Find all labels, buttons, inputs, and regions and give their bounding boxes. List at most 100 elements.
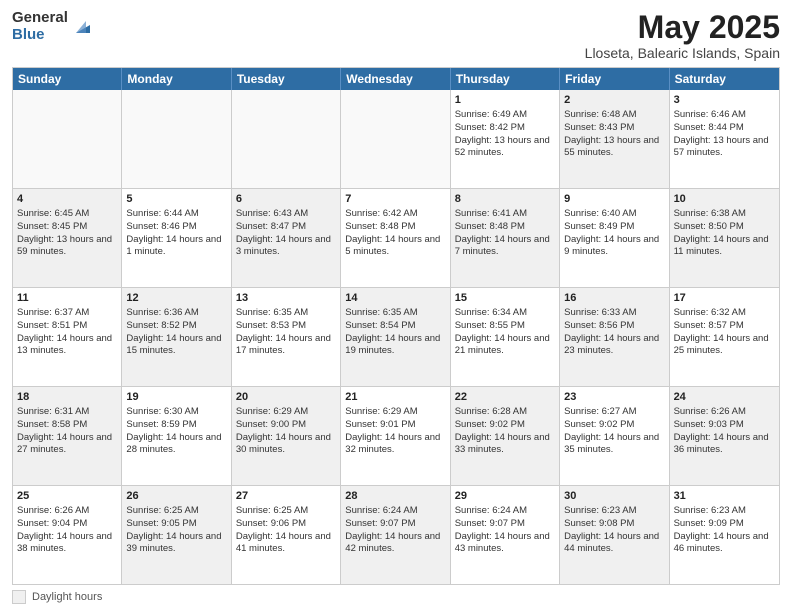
cal-day-16: 16Sunrise: 6:33 AM Sunset: 8:56 PM Dayligh… (560, 288, 669, 386)
cal-day-30: 30Sunrise: 6:23 AMSunset: 9:08 PMDayligh… (560, 486, 669, 584)
cal-day-18: 18Sunrise: 6:31 AMSunset: 8:58 PMDayligh… (13, 387, 122, 485)
sunrise-time: Sunrise: 6:37 AM (17, 307, 89, 318)
daylight-duration: Daylight: 14 hours and 35 minutes. (564, 432, 659, 456)
header-day-monday: Monday (122, 68, 231, 90)
daylight-duration: Daylight: 13 hours and 52 minutes. (455, 135, 550, 159)
header: General Blue May 2025 Lloseta, Balearic … (12, 10, 780, 61)
cal-day-15: 15Sunrise: 6:34 AMSunset: 8:55 PMDayligh… (451, 288, 560, 386)
cal-day-3: 3Sunrise: 6:46 AMSunset: 8:44 PMDaylight… (670, 90, 779, 188)
cal-day-21: 21Sunrise: 6:29 AMSunset: 9:01 PMDayligh… (341, 387, 450, 485)
sunset-time: Sunset: 8:44 PM (674, 122, 744, 133)
daylight-duration: Daylight: 14 hours and 1 minute. (126, 234, 221, 258)
header-day-friday: Friday (560, 68, 669, 90)
sunset-time: Sunset: 9:03 PM (674, 419, 744, 430)
sunrise-time: Sunrise: 6:28 AM (455, 406, 527, 417)
day-number: 28 (345, 489, 445, 504)
header-day-sunday: Sunday (13, 68, 122, 90)
day-number: 12 (126, 291, 226, 306)
sunset-time: Sunset: 9:02 PM (564, 419, 634, 430)
sunrise-time: Sunrise: 6:25 AM (126, 505, 198, 516)
sunset-time: Sunset: 9:02 PM (455, 419, 525, 430)
sunset-time: Sunset: 8:42 PM (455, 122, 525, 133)
cal-day-17: 17Sunrise: 6:32 AMSunset: 8:57 PMDayligh… (670, 288, 779, 386)
cal-day-11: 11Sunrise: 6:37 AMSunset: 8:51 PMDayligh… (13, 288, 122, 386)
calendar-header: SundayMondayTuesdayWednesdayThursdayFrid… (13, 68, 779, 90)
day-number: 9 (564, 192, 664, 207)
sunrise-time: Sunrise: 6:24 AM (455, 505, 527, 516)
daylight-duration: Daylight: 14 hours and 30 minutes. (236, 432, 331, 456)
sunset-time: Sunset: 9:00 PM (236, 419, 306, 430)
sunrise-time: Sunrise: 6:48 AM (564, 109, 636, 120)
cal-day-25: 25Sunrise: 6:26 AMSunset: 9:04 PMDayligh… (13, 486, 122, 584)
day-number: 16 (564, 291, 664, 306)
calendar-week-4: 18Sunrise: 6:31 AMSunset: 8:58 PMDayligh… (13, 387, 779, 486)
day-number: 21 (345, 390, 445, 405)
sunset-time: Sunset: 8:56 PM (564, 320, 634, 331)
cal-day-20: 20Sunrise: 6:29 AMSunset: 9:00 PMDayligh… (232, 387, 341, 485)
day-number: 26 (126, 489, 226, 504)
sunset-time: Sunset: 9:01 PM (345, 419, 415, 430)
cal-empty (122, 90, 231, 188)
cal-day-23: 23Sunrise: 6:27 AMSunset: 9:02 PMDayligh… (560, 387, 669, 485)
day-number: 5 (126, 192, 226, 207)
day-number: 2 (564, 93, 664, 108)
month-title: May 2025 (585, 10, 780, 45)
daylight-duration: Daylight: 14 hours and 33 minutes. (455, 432, 550, 456)
day-number: 27 (236, 489, 336, 504)
sunrise-time: Sunrise: 6:27 AM (564, 406, 636, 417)
sunrise-time: Sunrise: 6:49 AM (455, 109, 527, 120)
sunset-time: Sunset: 8:59 PM (126, 419, 196, 430)
calendar-body: 1Sunrise: 6:49 AM Sunset: 8:42 PM Daylight… (13, 90, 779, 584)
sunrise-time: Sunrise: 6:26 AM (17, 505, 89, 516)
sunset-time: Sunset: 9:07 PM (345, 518, 415, 529)
logo: General Blue (12, 10, 94, 43)
day-number: 10 (674, 192, 775, 207)
cal-day-5: 5Sunrise: 6:44 AMSunset: 8:46 PMDaylight… (122, 189, 231, 287)
header-day-tuesday: Tuesday (232, 68, 341, 90)
cal-day-8: 8Sunrise: 6:41 AMSunset: 8:48 PMDaylight… (451, 189, 560, 287)
sunrise-time: Sunrise: 6:33 AM (564, 307, 636, 318)
footer-label: Daylight hours (32, 591, 102, 603)
sunrise-time: Sunrise: 6:26 AM (674, 406, 746, 417)
day-number: 29 (455, 489, 555, 504)
sunrise-time: Sunrise: 6:29 AM (345, 406, 417, 417)
daylight-duration: Daylight: 13 hours and 55 minutes. (564, 135, 659, 159)
daylight-duration: Daylight: 13 hours and 57 minutes. (674, 135, 769, 159)
cal-day-28: 28Sunrise: 6:24 AMSunset: 9:07 PMDayligh… (341, 486, 450, 584)
day-number: 22 (455, 390, 555, 405)
daylight-duration: Daylight: 14 hours and 44 minutes. (564, 531, 659, 555)
sunrise-time: Sunrise: 6:34 AM (455, 307, 527, 318)
day-number: 3 (674, 93, 775, 108)
sunrise-time: Sunrise: 6:35 AM (236, 307, 308, 318)
cal-day-19: 19Sunrise: 6:30 AMSunset: 8:59 PMDayligh… (122, 387, 231, 485)
daylight-duration: Daylight: 14 hours and 38 minutes. (17, 531, 112, 555)
day-number: 11 (17, 291, 117, 306)
cal-day-4: 4Sunrise: 6:45 AMSunset: 8:45 PMDaylight… (13, 189, 122, 287)
daylight-duration: Daylight: 13 hours and 59 minutes. (17, 234, 112, 258)
sunset-time: Sunset: 8:52 PM (126, 320, 196, 331)
sunrise-time: Sunrise: 6:23 AM (674, 505, 746, 516)
header-day-wednesday: Wednesday (341, 68, 450, 90)
sunset-time: Sunset: 9:06 PM (236, 518, 306, 529)
daylight-duration: Daylight: 14 hours and 46 minutes. (674, 531, 769, 555)
sunset-time: Sunset: 8:45 PM (17, 221, 87, 232)
day-number: 14 (345, 291, 445, 306)
sunrise-time: Sunrise: 6:23 AM (564, 505, 636, 516)
cal-day-2: 2Sunrise: 6:48 AM Sunset: 8:43 PM Daylight… (560, 90, 669, 188)
sunrise-time: Sunrise: 6:29 AM (236, 406, 308, 417)
cal-day-27: 27Sunrise: 6:25 AMSunset: 9:06 PMDayligh… (232, 486, 341, 584)
cal-day-1: 1Sunrise: 6:49 AM Sunset: 8:42 PM Daylight… (451, 90, 560, 188)
cal-day-26: 26Sunrise: 6:25 AMSunset: 9:05 PMDayligh… (122, 486, 231, 584)
daylight-duration: Daylight: 14 hours and 5 minutes. (345, 234, 440, 258)
sunset-time: Sunset: 8:43 PM (564, 122, 634, 133)
daylight-duration: Daylight: 14 hours and 15 minutes. (126, 333, 221, 357)
cal-empty (13, 90, 122, 188)
daylight-duration: Daylight: 14 hours and 23 minutes. (564, 333, 659, 357)
day-number: 24 (674, 390, 775, 405)
day-number: 1 (455, 93, 555, 108)
cal-day-10: 10Sunrise: 6:38 AMSunset: 8:50 PMDayligh… (670, 189, 779, 287)
day-number: 8 (455, 192, 555, 207)
cal-day-6: 6Sunrise: 6:43 AMSunset: 8:47 PMDaylight… (232, 189, 341, 287)
day-number: 18 (17, 390, 117, 405)
day-number: 15 (455, 291, 555, 306)
